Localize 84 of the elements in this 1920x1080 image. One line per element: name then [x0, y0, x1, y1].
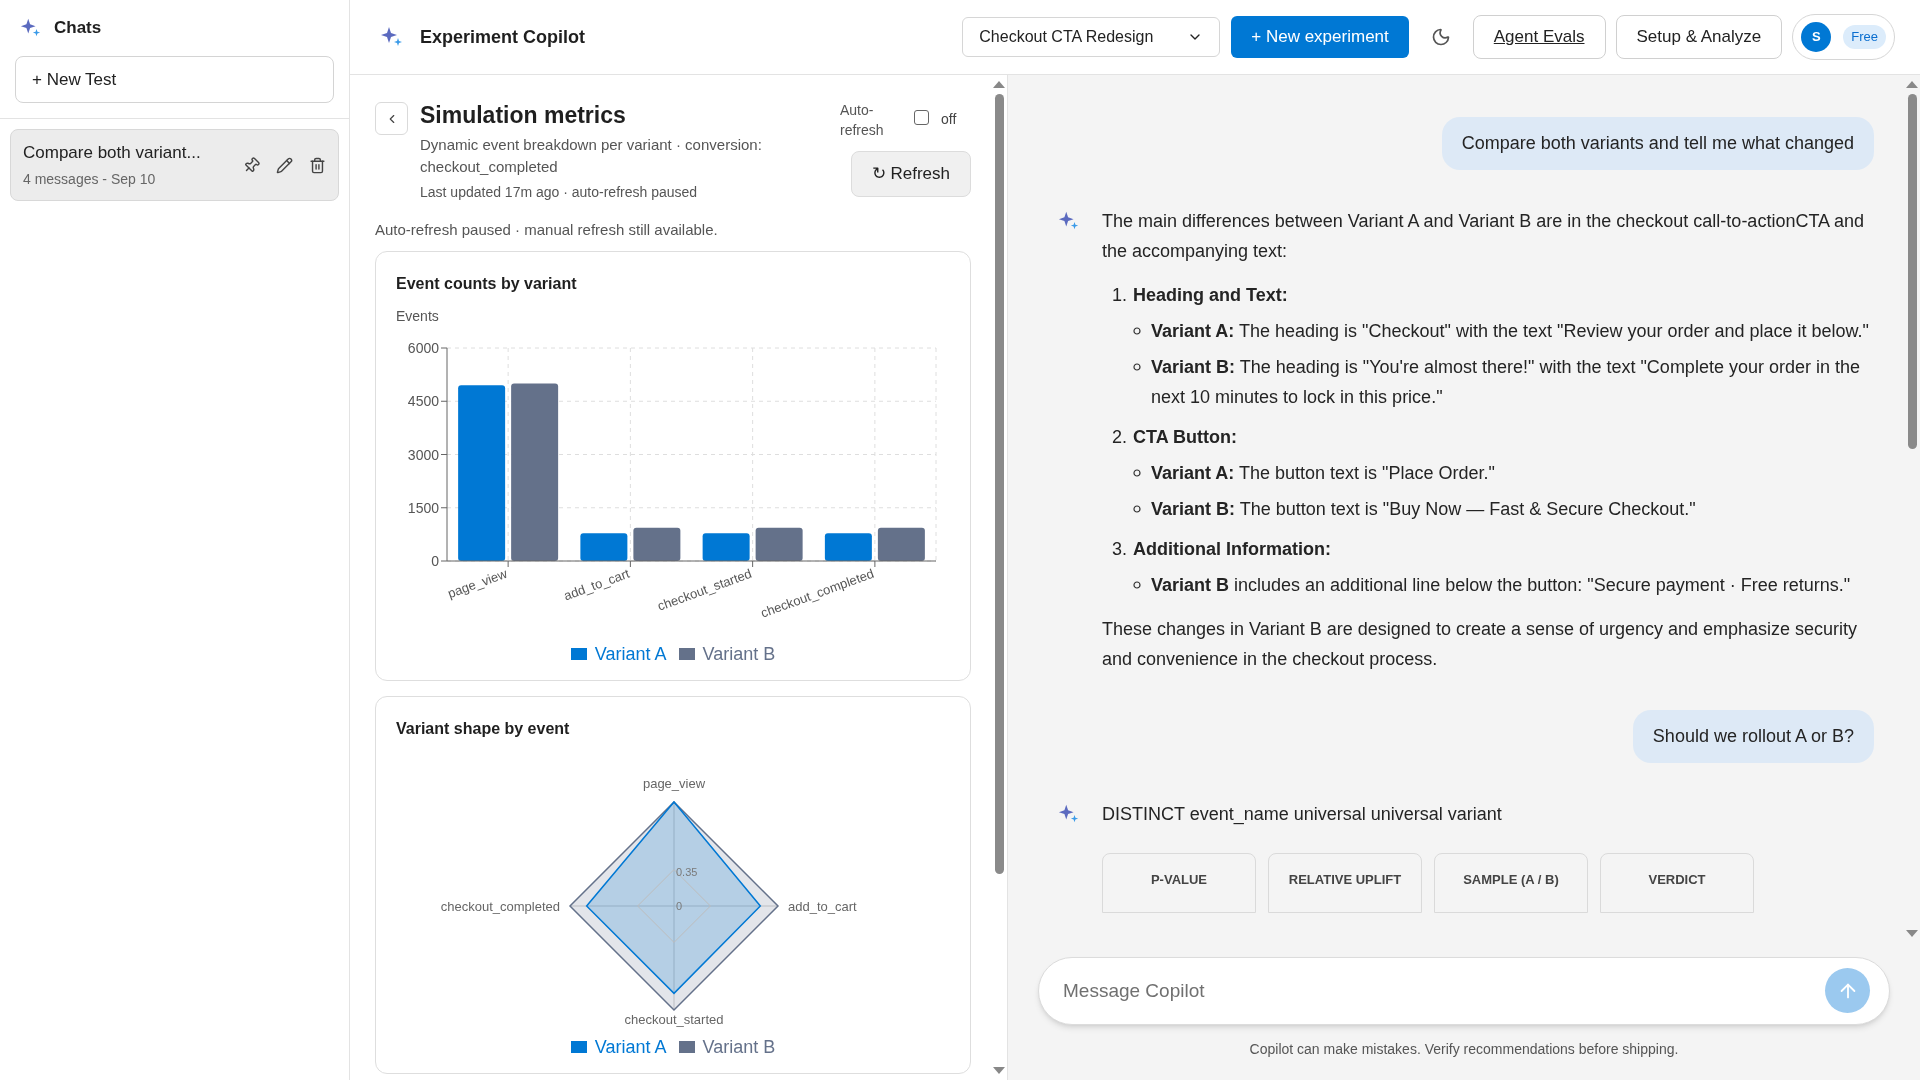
auto-refresh-state: off	[941, 110, 958, 129]
assistant-avatar-icon	[1058, 210, 1080, 232]
setup-analyze-button[interactable]: Setup & Analyze	[1615, 15, 1783, 59]
refresh-button[interactable]: ↻ Refresh	[850, 151, 971, 197]
user-menu[interactable]: S Free	[1792, 14, 1895, 60]
bar	[580, 532, 628, 561]
stat-card: VERDICT	[1600, 853, 1754, 913]
legend-label: Variant B	[702, 1035, 776, 1059]
legend-label: Variant A	[594, 642, 667, 666]
last-updated-text: Last updated 17m ago · auto-refresh paused	[420, 183, 699, 202]
legend-swatch	[678, 648, 695, 660]
stat-card: RELATIVE UPLIFT	[1268, 853, 1422, 913]
list-number: 2.	[1111, 426, 1127, 449]
scrollbar-thumb[interactable]	[1907, 94, 1917, 449]
bullet-text: Variant B includes an additional line below the button: "Secure payment · Free returns."	[1151, 574, 1851, 597]
list-number: 3.	[1111, 538, 1127, 561]
card-title: Event counts by variant	[396, 273, 578, 294]
plan-badge: Free	[1843, 25, 1886, 49]
user-message-bubble: Compare both variants and tell me what changed	[1441, 117, 1874, 170]
app-title: Experiment Copilot	[420, 25, 585, 49]
tick-label: 4500	[407, 392, 439, 409]
stat-card: SAMPLE (A / B)	[1434, 853, 1588, 913]
experiment-select[interactable]: Checkout CTA Redesign	[962, 17, 1221, 57]
bullet-text: Variant B: The heading is "You're almost there!" with the text "Complete your order in the next 10 minutes to lock in this price."	[1151, 356, 1861, 409]
list-heading: Additional Information:	[1133, 538, 1331, 561]
axis-label: checkout_started	[624, 1011, 724, 1027]
agent-evals-link[interactable]: Agent Evals	[1472, 15, 1606, 59]
delete-icon[interactable]	[309, 156, 326, 174]
new-test-button[interactable]: + New Test	[15, 56, 334, 103]
bar	[755, 527, 803, 561]
sparkle-icon	[20, 17, 42, 39]
chat-list-item[interactable]: Compare both variant... 4 messages - Sep 10	[10, 129, 339, 201]
theme-toggle-icon[interactable]	[1430, 27, 1451, 47]
panel-title: Simulation metrics	[420, 101, 627, 130]
tick-label: 0.35	[676, 865, 698, 878]
chat-meta: 4 messages - Sep 10	[23, 170, 157, 190]
disclaimer-text: Copilot can make mistakes. Verify recommendations before shipping.	[1249, 1040, 1679, 1059]
tick-label: 3000	[407, 446, 439, 462]
bar	[877, 527, 925, 561]
user-message-bubble: Should we rollout A or B?	[1632, 710, 1874, 763]
bullet-icon	[1133, 469, 1141, 477]
auto-refresh-checkbox[interactable]	[914, 110, 929, 125]
legend-swatch	[570, 648, 587, 660]
notice-text: Auto-refresh paused · manual refresh still available.	[375, 220, 719, 240]
message-text: DISTINCT event_name universal universal variant	[1102, 803, 1503, 827]
user-avatar: S	[1801, 22, 1832, 52]
bullet-text: Variant A: The button text is "Place Order."	[1151, 462, 1495, 485]
sidebar-title: Chats	[54, 17, 102, 40]
bullet-icon	[1133, 363, 1141, 371]
new-experiment-button[interactable]: + New experiment	[1231, 16, 1409, 58]
message-text: The main differences between Variant A and Variant B are in the checkout call-to-actionCTA and the accompanying text:	[1102, 210, 1866, 263]
axis-title: Events	[396, 306, 440, 326]
list-heading: Heading and Text:	[1133, 284, 1288, 307]
bar	[824, 532, 872, 561]
scroll-up-arrow[interactable]	[1906, 81, 1918, 88]
scroll-down-arrow[interactable]	[1906, 930, 1918, 937]
bullet-icon	[1133, 505, 1141, 513]
bullet-icon	[1133, 581, 1141, 589]
bullet-icon	[1133, 327, 1141, 335]
panel-subtitle: Dynamic event breakdown per variant · conversion: checkout_completed	[420, 135, 763, 177]
message-input[interactable]: Message Copilot	[1038, 957, 1890, 1025]
scrollbar-thumb[interactable]	[994, 94, 1004, 874]
message-text: These changes in Variant B are designed to create a sense of urgency and emphasize security and convenience in the checkout process.	[1102, 618, 1859, 671]
legend-label: Variant B	[702, 642, 776, 666]
bar	[702, 532, 750, 561]
tick-label: 1500	[407, 499, 439, 516]
bullet-text: Variant B: The button text is "Buy Now — Fast & Secure Checkout."	[1151, 498, 1696, 521]
assistant-avatar-icon	[1058, 803, 1080, 825]
axis-label: add_to_cart	[788, 898, 857, 914]
stat-card: P-VALUE	[1102, 853, 1256, 913]
tick-label: 6000	[407, 339, 439, 356]
axis-label: checkout_completed	[440, 898, 560, 914]
legend-label: Variant A	[594, 1035, 667, 1059]
card-title: Variant shape by event	[396, 718, 571, 739]
auto-refresh-label: Auto-refresh	[840, 101, 885, 140]
axis-label: page_view	[642, 775, 706, 791]
edit-icon[interactable]	[276, 156, 293, 174]
tick-label: 0	[676, 899, 683, 912]
chat-title: Compare both variant...	[23, 141, 202, 164]
bar	[633, 527, 681, 561]
list-number: 1.	[1111, 284, 1127, 307]
bullet-text: Variant A: The heading is "Checkout" with the text "Review your order and place it below."	[1151, 320, 1869, 343]
list-heading: CTA Button:	[1133, 426, 1237, 449]
tick-label: 0	[431, 552, 439, 569]
